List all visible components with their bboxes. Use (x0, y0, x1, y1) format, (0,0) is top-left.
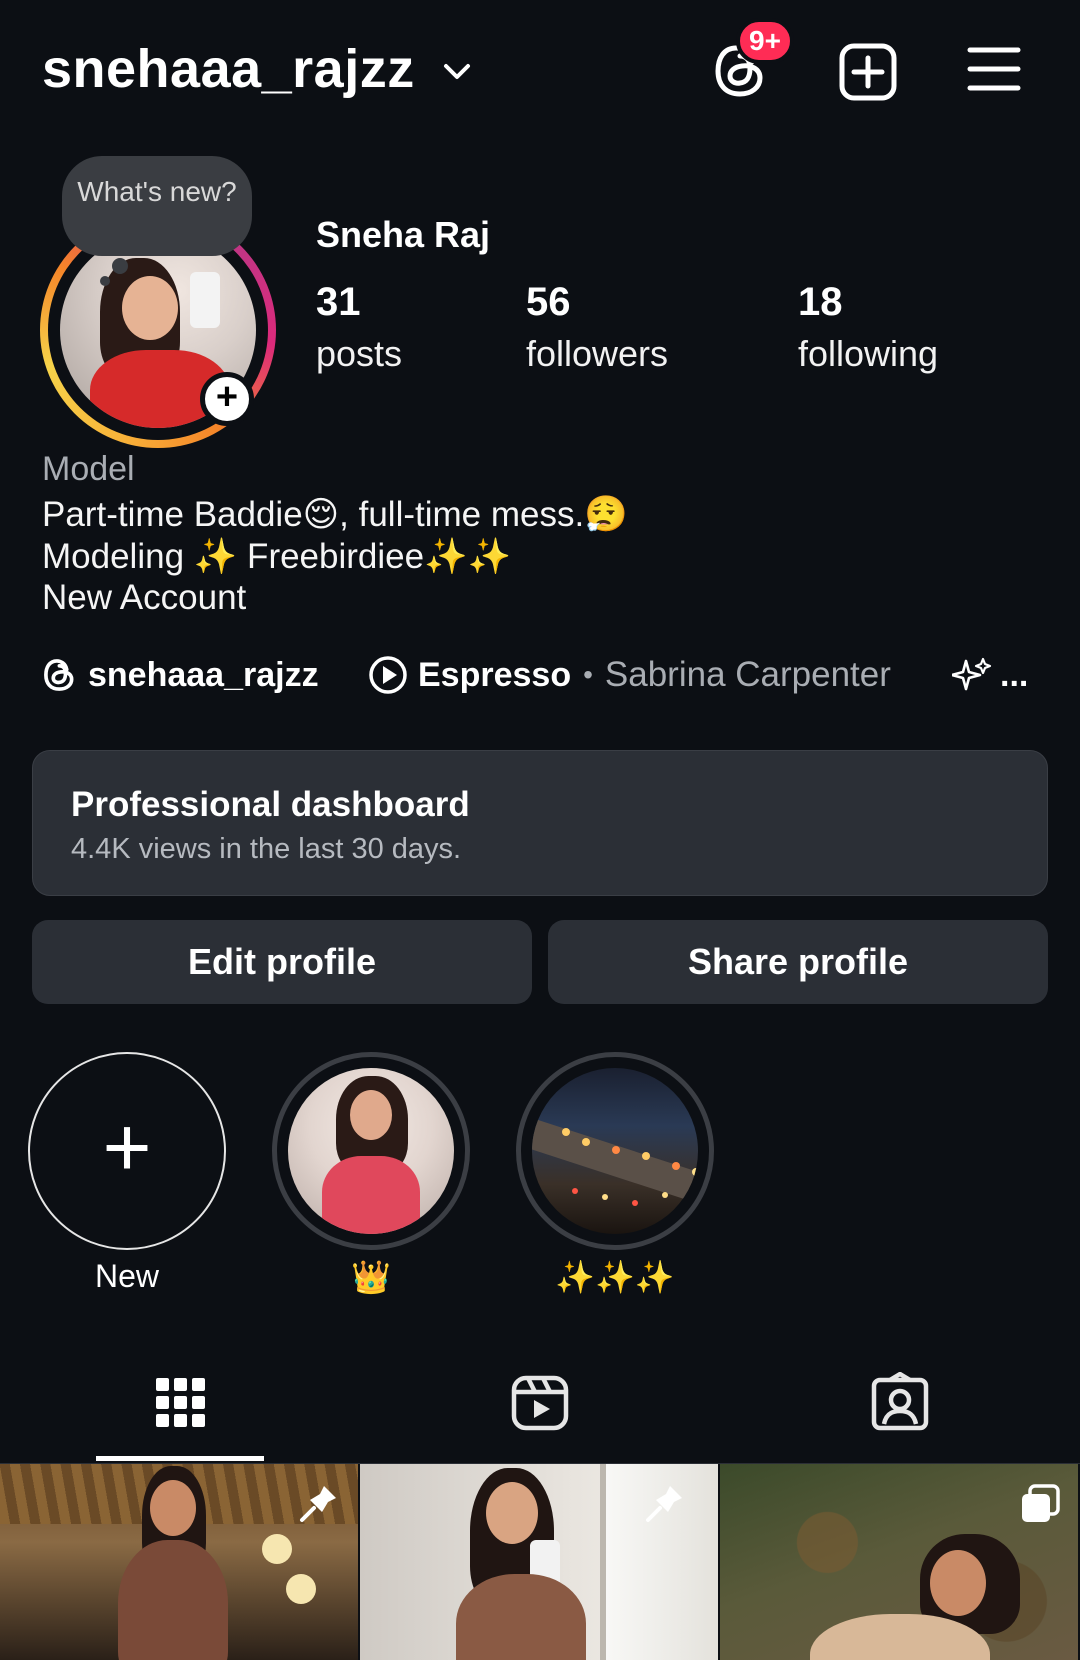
bio-line: Part-time Baddie😌, full-time mess.😮‍💨 (42, 495, 628, 534)
reels-icon (511, 1375, 569, 1431)
followers-label: followers (526, 333, 669, 374)
multiple-photos-icon (1022, 1484, 1060, 1522)
pin-icon (646, 1486, 682, 1522)
dashboard-title: Professional dashboard (71, 785, 470, 824)
posts-stat[interactable]: 31 posts (316, 280, 402, 375)
note-text: What's new? (77, 176, 237, 207)
profile-category: Model (42, 450, 135, 488)
threads-icon (44, 659, 74, 691)
posts-grid (0, 1464, 1080, 1660)
followers-stat[interactable]: 56 followers (526, 280, 668, 375)
edit-profile-button[interactable]: Edit profile (32, 920, 532, 1004)
highlight-label: ✨✨✨ (555, 1259, 675, 1295)
play-circle-icon (369, 656, 407, 694)
profile-links-row: snehaaa_rajzz Espresso • Sabrina Carpent… (42, 650, 1052, 700)
music-link[interactable]: Espresso • Sabrina Carpenter (368, 650, 891, 700)
tab-tagged[interactable] (720, 1360, 1080, 1464)
following-stat[interactable]: 18 following (798, 280, 938, 375)
note-bubble[interactable]: What's new? (62, 156, 252, 256)
bio-line: New Account (42, 578, 247, 617)
following-count: 18 (798, 280, 843, 324)
active-tab-indicator (96, 1456, 264, 1461)
post-thumbnail[interactable] (0, 1464, 358, 1660)
posts-label: posts (316, 333, 403, 374)
more-ellipsis: ... (1000, 655, 1029, 694)
notification-badge: 9+ (736, 18, 794, 64)
highlight-label: New (94, 1258, 159, 1294)
highlight-label: 👑 (351, 1259, 391, 1295)
menu-icon[interactable] (966, 44, 1022, 94)
grid-icon (156, 1378, 205, 1427)
tagged-icon (871, 1372, 929, 1431)
post-thumbnail[interactable] (720, 1464, 1078, 1660)
new-post-icon[interactable] (838, 42, 898, 102)
highlight-cover (532, 1068, 698, 1234)
top-bar: snehaaa_rajzz 9+ (0, 0, 1080, 150)
followers-count: 56 (526, 280, 571, 324)
song-artist: Sabrina Carpenter (604, 655, 891, 694)
profile-content-tabs (0, 1360, 1080, 1464)
sparkle-icon (952, 657, 992, 691)
add-story-icon[interactable]: + (200, 372, 254, 426)
more-links[interactable]: ... (952, 650, 1028, 700)
posts-count: 31 (316, 280, 361, 324)
pin-icon (300, 1486, 336, 1522)
profile-full-name: Sneha Raj (316, 214, 491, 255)
professional-dashboard-card[interactable]: Professional dashboard 4.4K views in the… (32, 750, 1048, 896)
separator-dot: • (583, 659, 593, 690)
post-thumbnail[interactable] (360, 1464, 718, 1660)
threads-link[interactable]: snehaaa_rajzz (42, 650, 319, 700)
bio-line: Modeling ✨ Freebirdiee✨✨ (42, 537, 512, 576)
song-title: Espresso (418, 655, 572, 694)
chevron-down-icon[interactable] (440, 56, 474, 86)
highlight-cover (288, 1068, 454, 1234)
threads-handle: snehaaa_rajzz (88, 655, 319, 694)
plus-icon: + (102, 1100, 152, 1194)
share-profile-button[interactable]: Share profile (548, 920, 1048, 1004)
following-label: following (798, 333, 939, 374)
dashboard-subtitle: 4.4K views in the last 30 days. (71, 833, 462, 865)
tab-reels[interactable] (360, 1360, 720, 1464)
account-switcher-username[interactable]: snehaaa_rajzz (42, 38, 415, 100)
tab-posts[interactable] (0, 1360, 360, 1464)
